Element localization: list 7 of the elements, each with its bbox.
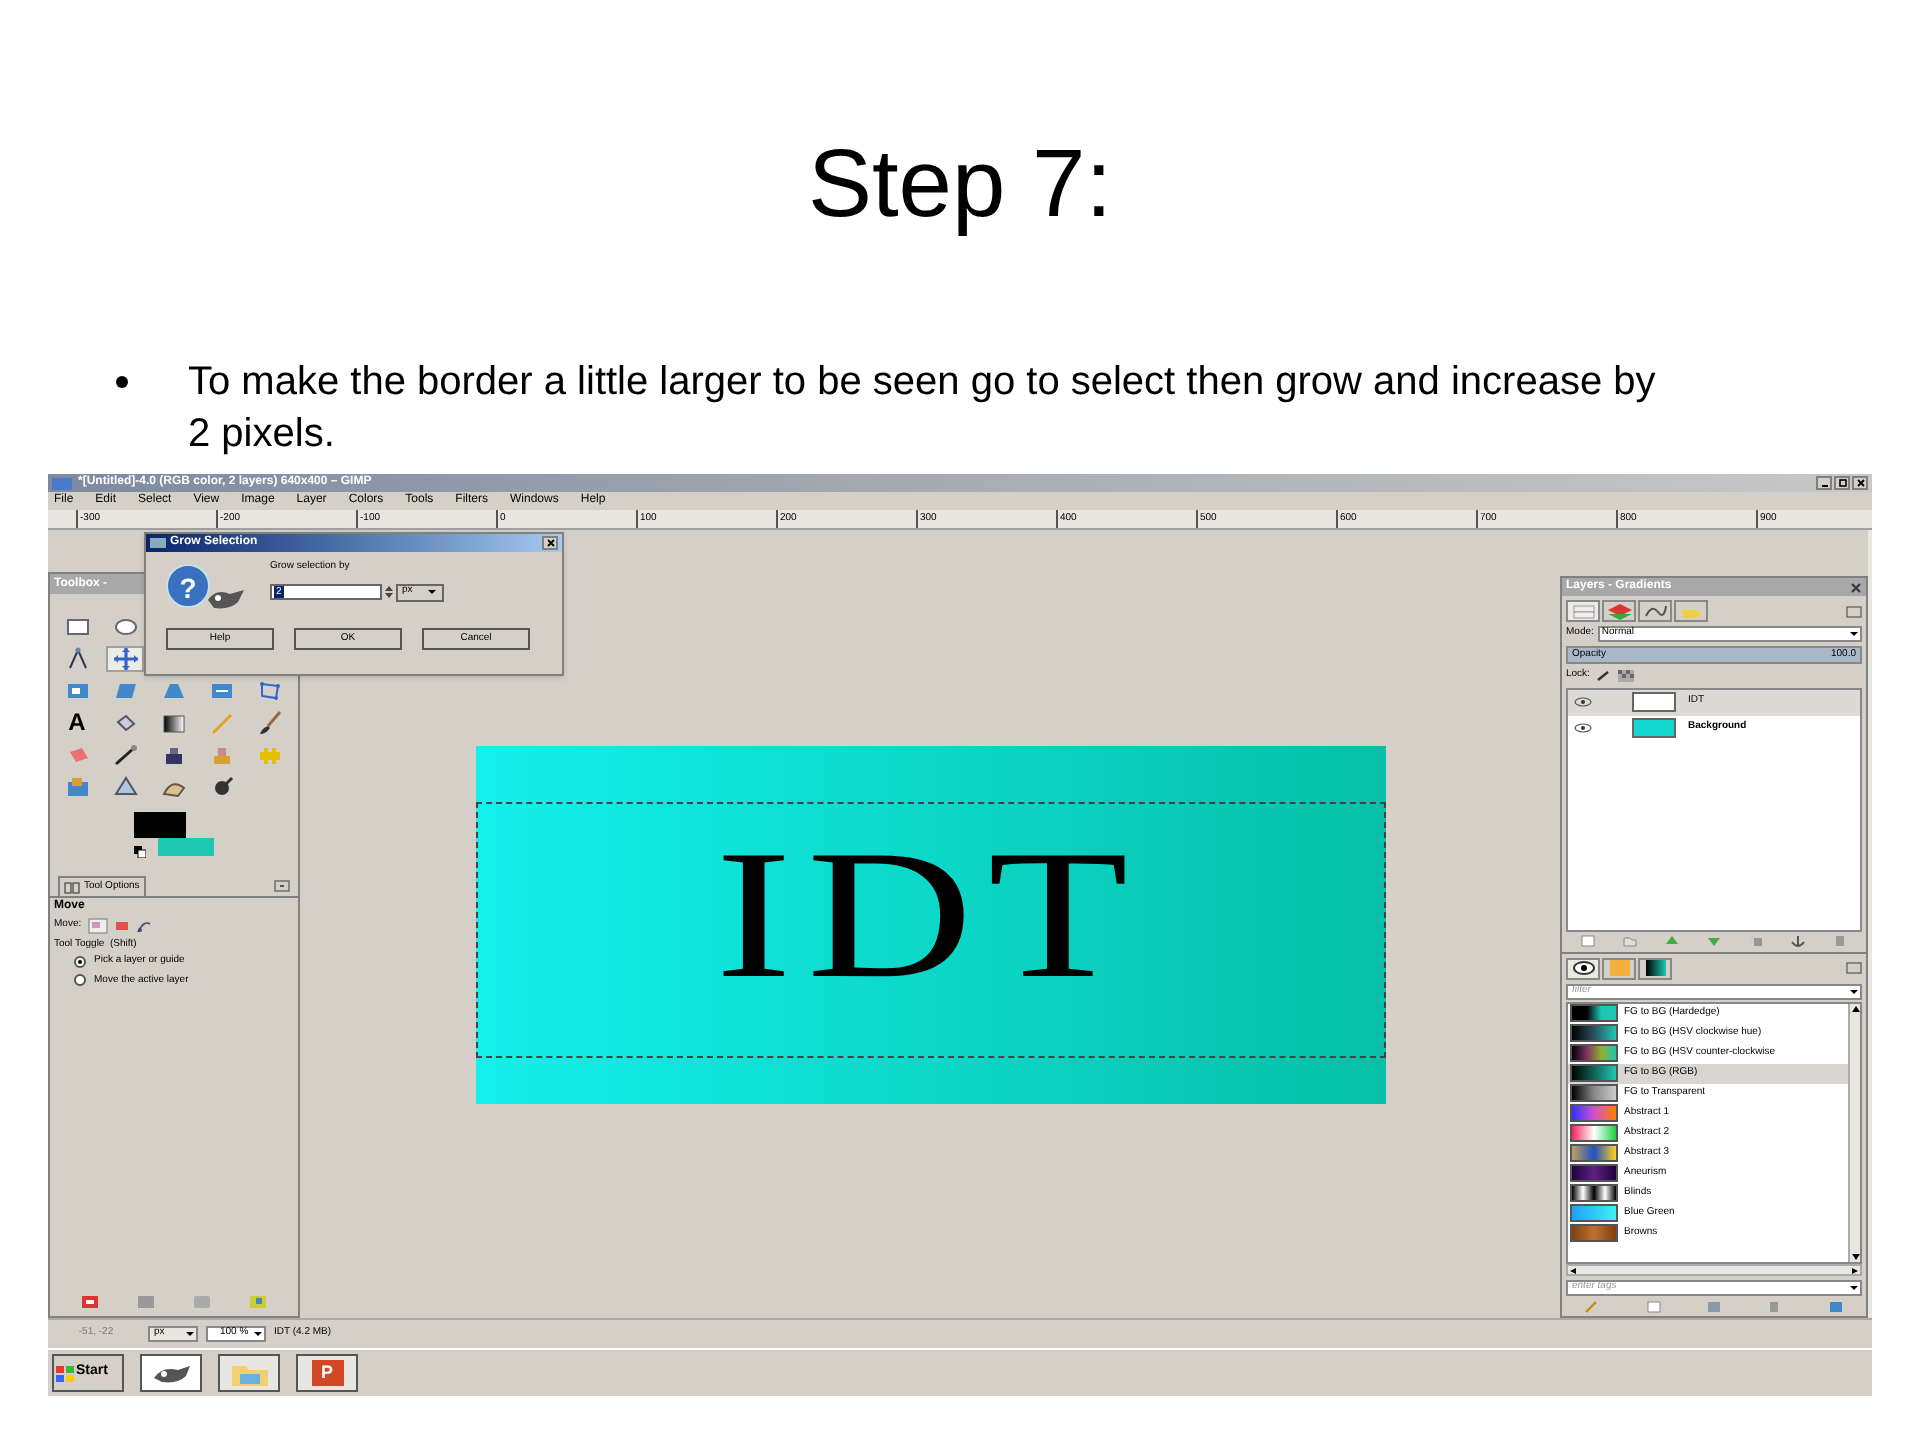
image-text: IDT	[715, 834, 1145, 994]
presentation-app-icon: P	[311, 1360, 343, 1386]
bullet-text: To make the border a little larger to be seen go to select then grow and increase by 2 pixels.	[188, 358, 1658, 460]
text-tool-button[interactable]: A	[68, 710, 86, 736]
taskbar-app-button[interactable]: P	[296, 1354, 358, 1392]
slide-title: Step 7:	[805, 130, 1115, 242]
question-icon: ?	[166, 564, 210, 608]
